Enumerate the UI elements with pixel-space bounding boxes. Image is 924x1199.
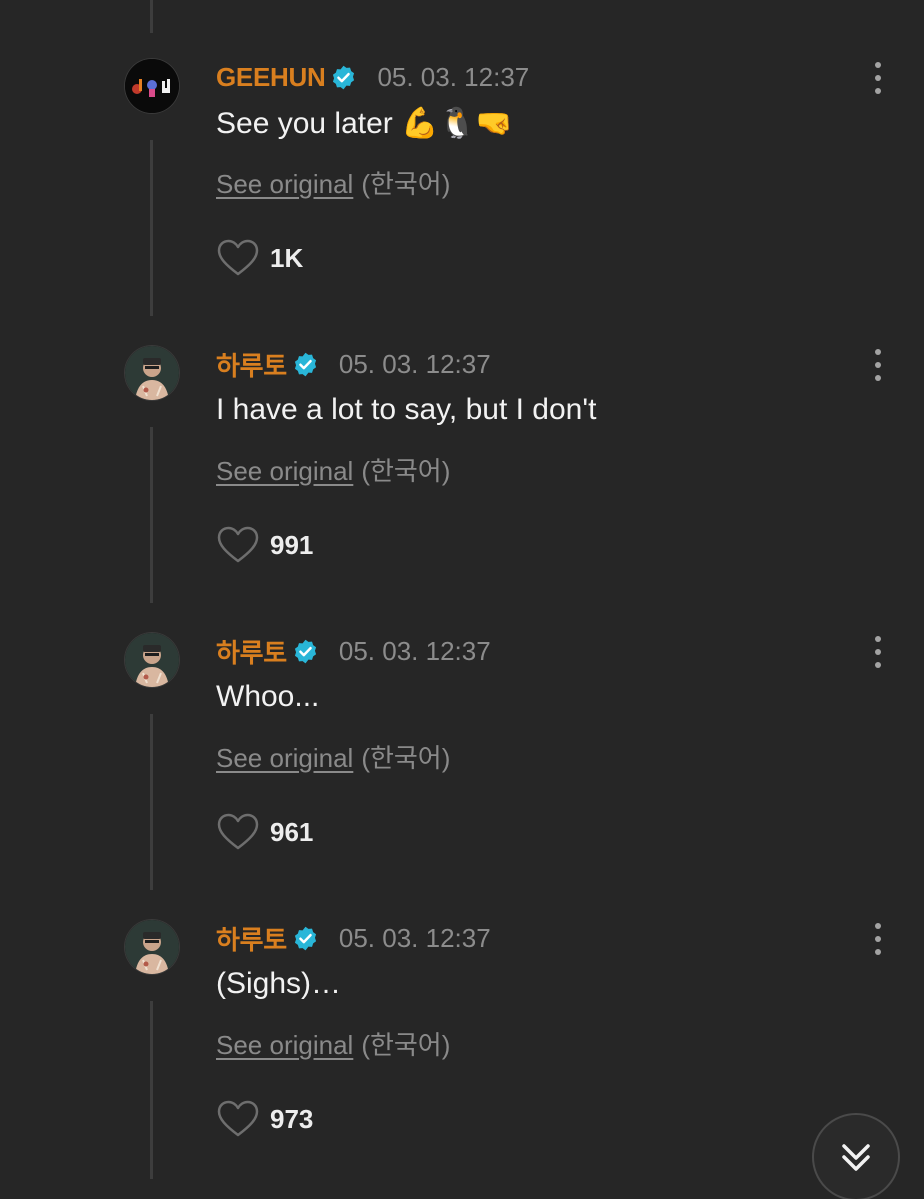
translation-row: See original (한국어) [216,738,450,775]
scroll-to-bottom-button[interactable] [812,1113,900,1199]
comment-text: Whoo... [216,680,320,713]
more-vertical-icon [875,662,881,668]
timestamp: 05. 03. 12:37 [338,348,491,379]
more-vertical-icon [875,88,881,94]
haruto-avatar-icon[interactable] [125,346,179,400]
like-row: 961 [216,811,313,853]
more-vertical-icon [875,75,881,81]
like-count: 973 [270,1103,314,1134]
see-original-link[interactable]: See original [216,1030,353,1060]
comment-header: 하루토 05. 03. 12:37 [216,347,491,381]
haruto-avatar-icon[interactable] [125,920,179,974]
heart-outline-icon[interactable] [216,1099,260,1139]
timestamp: 05. 03. 12:37 [377,61,530,92]
verified-badge-icon [333,65,355,89]
see-original-link[interactable]: See original [216,169,353,199]
more-vertical-icon [875,62,881,68]
original-language-label: (한국어) [361,743,451,773]
comment-header: GEEHUN 05. 03. 12:37 [216,60,529,94]
heart-outline-icon[interactable] [216,812,260,852]
original-language-label: (한국어) [361,1030,451,1060]
comment-text: (Sighs)… [216,967,342,1000]
more-options-button[interactable] [866,62,890,94]
comment-text: I have a lot to say, but I don't [216,393,597,426]
author-name[interactable]: 하루토 [216,920,287,957]
more-options-button[interactable] [866,349,890,381]
comment-thread-page: GEEHUN 05. 03. 12:37 See you later 💪🐧🤜 S… [0,0,924,1199]
timestamp: 05. 03. 12:37 [338,922,491,953]
author-name[interactable]: GEEHUN [216,62,326,93]
author-name[interactable]: 하루토 [216,346,287,383]
author-name[interactable]: 하루토 [216,633,287,670]
more-vertical-icon [875,949,881,955]
more-vertical-icon [875,923,881,929]
translation-row: See original (한국어) [216,1025,450,1062]
translation-row: See original (한국어) [216,164,450,201]
comment-item: 하루토 05. 03. 12:37 (Sighs)… See original (… [0,861,924,1148]
original-language-label: (한국어) [361,456,451,486]
comment-header: 하루토 05. 03. 12:37 [216,921,491,955]
chevron-double-down-icon [842,1144,870,1171]
verified-badge-icon [294,926,316,950]
more-vertical-icon [875,936,881,942]
more-vertical-icon [875,636,881,642]
comment-text: See you later 💪🐧🤜 [216,107,514,140]
timestamp: 05. 03. 12:37 [338,635,491,666]
see-original-link[interactable]: See original [216,743,353,773]
geehun-avatar-icon[interactable] [125,59,179,113]
see-original-link[interactable]: See original [216,456,353,486]
more-vertical-icon [875,649,881,655]
heart-outline-icon[interactable] [216,525,260,565]
original-language-label: (한국어) [361,169,451,199]
like-row: 1K [216,237,303,279]
like-row: 991 [216,524,313,566]
verified-badge-icon [294,352,316,376]
verified-badge-icon [294,639,316,663]
like-count: 991 [270,529,314,560]
heart-outline-icon[interactable] [216,238,260,278]
more-vertical-icon [875,375,881,381]
comment-item: 하루토 05. 03. 12:37 Whoo... See original (한… [0,574,924,861]
comment-item: GEEHUN 05. 03. 12:37 See you later 💪🐧🤜 S… [0,0,924,287]
haruto-avatar-icon[interactable] [125,633,179,687]
like-count: 961 [270,816,314,847]
more-vertical-icon [875,349,881,355]
comment-header: 하루토 05. 03. 12:37 [216,634,491,668]
translation-row: See original (한국어) [216,451,450,488]
more-options-button[interactable] [866,923,890,955]
more-vertical-icon [875,362,881,368]
like-row: 973 [216,1098,313,1140]
more-options-button[interactable] [866,636,890,668]
like-count: 1K [270,242,304,273]
comment-item: 하루토 05. 03. 12:37 I have a lot to say, b… [0,287,924,574]
